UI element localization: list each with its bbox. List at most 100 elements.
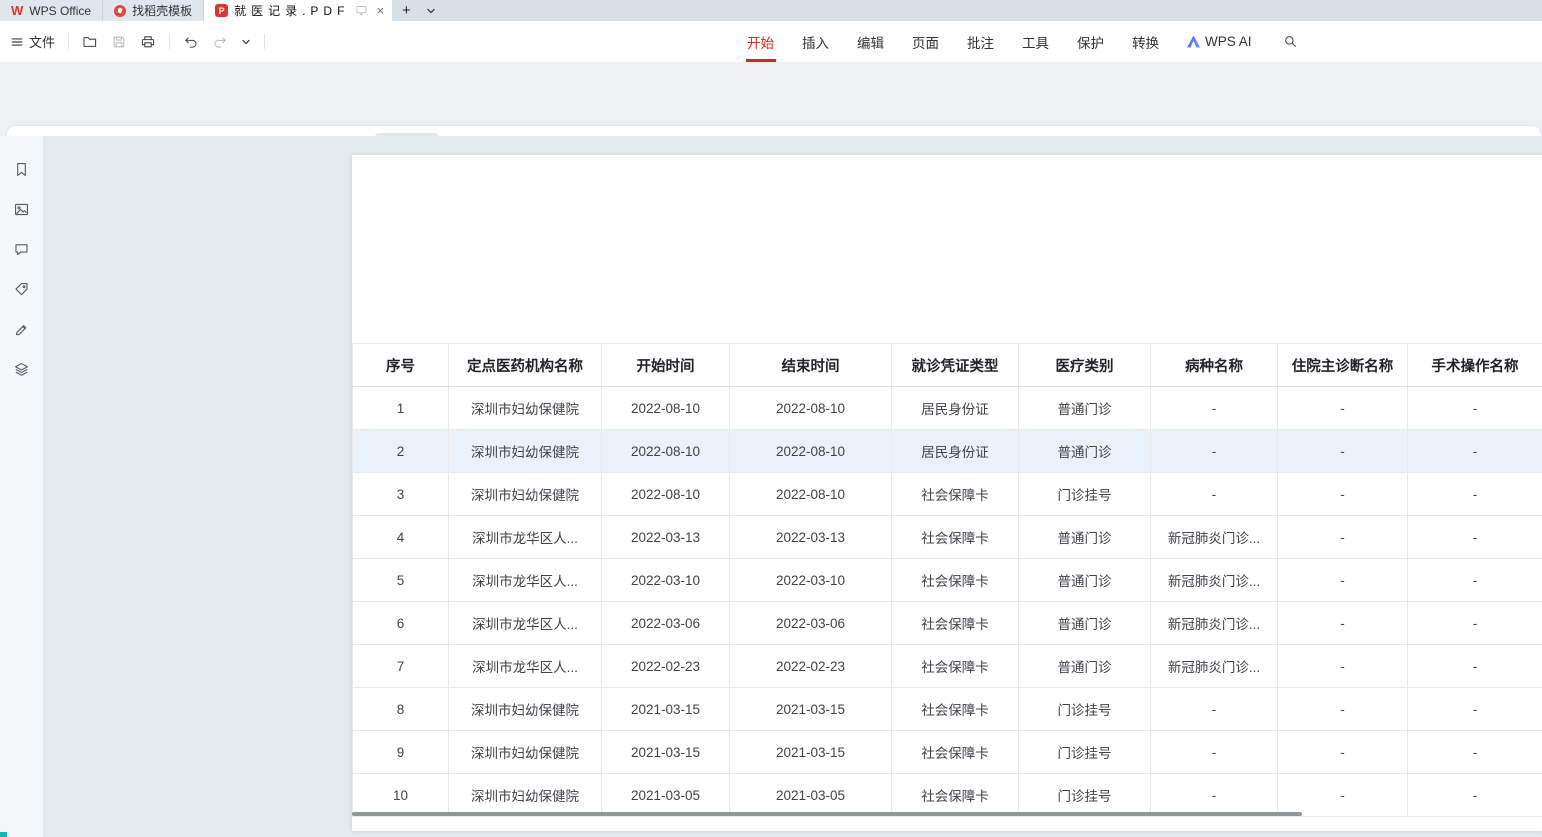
table-header-cell: 定点医药机构名称 bbox=[449, 344, 602, 387]
table-cell: - bbox=[1278, 559, 1408, 602]
file-menu-button[interactable]: 文件 bbox=[10, 32, 55, 51]
layers-panel-button[interactable] bbox=[9, 360, 35, 378]
table-cell: - bbox=[1151, 387, 1278, 430]
table-cell: - bbox=[1151, 688, 1278, 731]
status-accent bbox=[0, 832, 7, 837]
menu-item-protect[interactable]: 保护 bbox=[1063, 21, 1118, 62]
table-body: 1深圳市妇幼保健院2022-08-102022-08-10居民身份证普通门诊--… bbox=[353, 387, 1542, 817]
table-row: 2深圳市妇幼保健院2022-08-102022-08-10居民身份证普通门诊--… bbox=[353, 430, 1542, 473]
table-cell: - bbox=[1278, 473, 1408, 516]
menu-item-label: 保护 bbox=[1077, 32, 1104, 52]
table-cell: 门诊挂号 bbox=[1019, 774, 1151, 817]
table-cell: 4 bbox=[353, 516, 449, 559]
menu-item-label: 页面 bbox=[912, 32, 939, 52]
table-header-cell: 结束时间 bbox=[730, 344, 892, 387]
print-icon[interactable] bbox=[140, 34, 156, 50]
menu-item-annotate[interactable]: 批注 bbox=[953, 21, 1008, 62]
table-cell: 2021-03-05 bbox=[730, 774, 892, 817]
table-cell: 2022-08-10 bbox=[730, 430, 892, 473]
table-row: 3深圳市妇幼保健院2022-08-102022-08-10社会保障卡门诊挂号--… bbox=[353, 473, 1542, 516]
menu-search bbox=[1271, 21, 1306, 62]
save-icon[interactable] bbox=[111, 34, 127, 50]
table-cell: - bbox=[1408, 688, 1542, 731]
table-cell: 新冠肺炎门诊... bbox=[1151, 559, 1278, 602]
tags-panel-button[interactable] bbox=[9, 280, 35, 298]
new-tab-button[interactable]: + bbox=[392, 0, 421, 21]
menu-item-convert[interactable]: 转换 bbox=[1118, 21, 1173, 62]
table-cell: 普通门诊 bbox=[1019, 516, 1151, 559]
signature-panel-button[interactable] bbox=[9, 320, 35, 338]
table-cell: 2021-03-15 bbox=[602, 731, 730, 774]
table-cell: 社会保障卡 bbox=[892, 645, 1019, 688]
menu-item-label: 工具 bbox=[1022, 32, 1049, 52]
redo-icon[interactable] bbox=[212, 34, 228, 50]
table-header-cell: 序号 bbox=[353, 344, 449, 387]
image-icon bbox=[13, 201, 30, 218]
table-cell: 普通门诊 bbox=[1019, 430, 1151, 473]
table-cell: 社会保障卡 bbox=[892, 473, 1019, 516]
close-tab-icon[interactable]: × bbox=[376, 4, 384, 17]
undo-icon[interactable] bbox=[183, 34, 199, 50]
monitor-icon[interactable] bbox=[355, 4, 368, 17]
menu-item-home[interactable]: 开始 bbox=[733, 21, 788, 62]
table-cell: 深圳市妇幼保健院 bbox=[449, 473, 602, 516]
tab-wps-office[interactable]: W WPS Office bbox=[0, 0, 103, 21]
table-cell: 7 bbox=[353, 645, 449, 688]
table-header-row: 序号定点医药机构名称开始时间结束时间就诊凭证类型医疗类别病种名称住院主诊断名称手… bbox=[353, 344, 1542, 387]
open-folder-icon[interactable] bbox=[82, 34, 98, 50]
document-area: 序号定点医药机构名称开始时间结束时间就诊凭证类型医疗类别病种名称住院主诊断名称手… bbox=[44, 136, 1542, 837]
table-header-cell: 住院主诊断名称 bbox=[1278, 344, 1408, 387]
toolbar-caret-icon[interactable] bbox=[241, 37, 251, 47]
menu-search-icon[interactable] bbox=[1275, 21, 1306, 62]
tab-list-caret-icon[interactable] bbox=[421, 0, 441, 21]
table-cell: - bbox=[1408, 645, 1542, 688]
menu-item-edit[interactable]: 编辑 bbox=[843, 21, 898, 62]
table-cell: 居民身份证 bbox=[892, 387, 1019, 430]
table-cell: 9 bbox=[353, 731, 449, 774]
tab-document[interactable]: P 就医记录.PDF × bbox=[204, 0, 392, 21]
table-row: 1深圳市妇幼保健院2022-08-102022-08-10居民身份证普通门诊--… bbox=[353, 387, 1542, 430]
table-row: 7深圳市龙华区人...2022-02-232022-02-23社会保障卡普通门诊… bbox=[353, 645, 1542, 688]
pdf-page[interactable]: 序号定点医药机构名称开始时间结束时间就诊凭证类型医疗类别病种名称住院主诊断名称手… bbox=[352, 155, 1542, 831]
menu-item-page[interactable]: 页面 bbox=[898, 21, 953, 62]
table-cell: 深圳市妇幼保健院 bbox=[449, 774, 602, 817]
divider bbox=[264, 34, 265, 49]
horizontal-scrollbar[interactable] bbox=[352, 812, 1302, 816]
menu-item-insert[interactable]: 插入 bbox=[788, 21, 843, 62]
table-cell: - bbox=[1408, 774, 1542, 817]
table-cell: 2022-08-10 bbox=[602, 473, 730, 516]
table-cell: 新冠肺炎门诊... bbox=[1151, 645, 1278, 688]
menu-item-tools[interactable]: 工具 bbox=[1008, 21, 1063, 62]
menu-item-label: 批注 bbox=[967, 32, 994, 52]
table-header-cell: 医疗类别 bbox=[1019, 344, 1151, 387]
table-cell: - bbox=[1408, 473, 1542, 516]
table-cell: 门诊挂号 bbox=[1019, 473, 1151, 516]
table-cell: 8 bbox=[353, 688, 449, 731]
table-cell: - bbox=[1278, 774, 1408, 817]
table-cell: 社会保障卡 bbox=[892, 516, 1019, 559]
table-cell: 居民身份证 bbox=[892, 430, 1019, 473]
ribbon-band: 手型 选择 PDF转换 输出为图片 拆分合并 播放 105.88% bbox=[0, 62, 1542, 136]
table-cell: - bbox=[1408, 602, 1542, 645]
table-cell: - bbox=[1278, 731, 1408, 774]
menu-item-wps-ai[interactable]: WPS AI bbox=[1173, 21, 1266, 62]
table-cell: - bbox=[1278, 387, 1408, 430]
table-cell: 2 bbox=[353, 430, 449, 473]
table-cell: - bbox=[1408, 559, 1542, 602]
comments-panel-button[interactable] bbox=[9, 240, 35, 258]
table-cell: 社会保障卡 bbox=[892, 774, 1019, 817]
table-cell: - bbox=[1151, 731, 1278, 774]
bookmarks-panel-button[interactable] bbox=[9, 160, 35, 178]
table-cell: 普通门诊 bbox=[1019, 559, 1151, 602]
table-header-cell: 就诊凭证类型 bbox=[892, 344, 1019, 387]
table-cell: 社会保障卡 bbox=[892, 731, 1019, 774]
thumbnails-panel-button[interactable] bbox=[9, 200, 35, 218]
table-cell: - bbox=[1151, 774, 1278, 817]
table-cell: 新冠肺炎门诊... bbox=[1151, 602, 1278, 645]
table-cell: 3 bbox=[353, 473, 449, 516]
document-title: 就医记录.PDF bbox=[234, 2, 349, 19]
table-cell: 2022-02-23 bbox=[602, 645, 730, 688]
table-cell: 深圳市龙华区人... bbox=[449, 516, 602, 559]
table-cell: 2021-03-05 bbox=[602, 774, 730, 817]
tab-docer-templates[interactable]: 找稻壳模板 bbox=[103, 0, 204, 21]
